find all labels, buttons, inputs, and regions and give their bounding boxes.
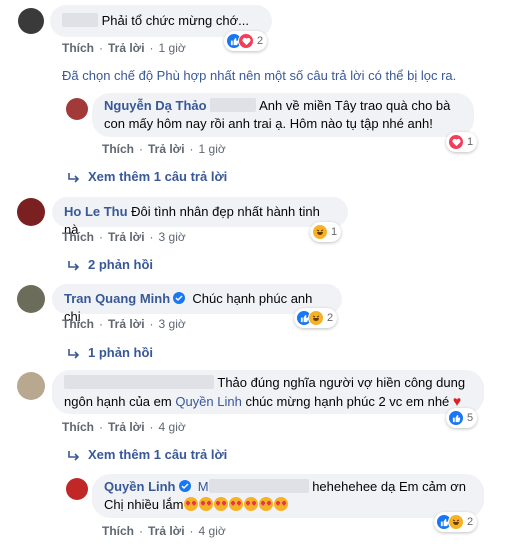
- redacted-name: [208, 479, 309, 493]
- mention-link[interactable]: Quyền Linh: [175, 394, 242, 409]
- reaction-count: 1: [467, 136, 474, 148]
- view-replies[interactable]: 1 phản hồi: [68, 345, 153, 360]
- reaction-summary[interactable]: 2: [294, 308, 338, 328]
- redacted-name: [62, 13, 98, 27]
- comment-text: Thảo đúng nghĩa người vợ hiền công dung: [217, 375, 466, 390]
- like-button[interactable]: Thích: [62, 41, 94, 55]
- reply-button[interactable]: Trả lời: [148, 524, 185, 538]
- reply-button[interactable]: Trả lời: [148, 142, 185, 156]
- reaction-summary[interactable]: 2: [224, 31, 268, 51]
- reaction-summary[interactable]: 1: [446, 132, 478, 152]
- heart-icon: ♥: [452, 393, 462, 409]
- comment-actions: Thích · Trả lời · 3 giờ: [62, 230, 186, 244]
- timestamp[interactable]: 3 giờ: [159, 230, 186, 244]
- reply-arrow-icon: [68, 348, 80, 359]
- avatar[interactable]: [17, 372, 45, 400]
- comment-text: hehehehee dạ Em cảm ơn: [312, 479, 466, 494]
- timestamp[interactable]: 3 giờ: [159, 317, 186, 331]
- comment-text: Phải tổ chức mừng chớ...: [101, 13, 249, 28]
- reaction-summary[interactable]: 2: [434, 512, 478, 532]
- heart-eyes-emoji-icon: [183, 497, 289, 512]
- comment-bubble: Quyền Linh M hehehehee dạ Em cảm ơn Chị …: [92, 474, 484, 518]
- commenter-name[interactable]: Quyền Linh: [104, 479, 176, 494]
- like-icon: [448, 410, 464, 426]
- view-more-replies[interactable]: Xem thêm 1 câu trả lời: [68, 447, 227, 462]
- reaction-summary[interactable]: 1: [310, 222, 342, 242]
- comment-bubble: Nguyễn Dạ Thảo Anh về miền Tây trao quà …: [92, 93, 474, 137]
- avatar[interactable]: [66, 98, 88, 120]
- comment-actions: Thích · Trả lời · 1 giờ: [62, 41, 186, 55]
- avatar[interactable]: [17, 198, 45, 226]
- avatar[interactable]: [17, 285, 45, 313]
- reaction-count: 1: [331, 226, 338, 238]
- timestamp[interactable]: 4 giờ: [199, 524, 226, 538]
- comment-actions: Thích · Trả lời · 3 giờ: [62, 317, 186, 331]
- commenter-name[interactable]: Tran Quang Minh: [64, 291, 170, 306]
- comment-actions: Thích · Trả lời · 4 giờ: [102, 524, 226, 538]
- view-more-replies[interactable]: Xem thêm 1 câu trả lời: [68, 169, 227, 184]
- love-icon: [238, 33, 254, 49]
- redacted-name: [64, 375, 214, 389]
- like-button[interactable]: Thích: [102, 524, 134, 538]
- reaction-summary[interactable]: 5: [446, 408, 478, 428]
- reply-arrow-icon: [68, 260, 80, 271]
- comment-bubble: Thảo đúng nghĩa người vợ hiền công dung …: [52, 370, 484, 414]
- commenter-name[interactable]: Ho Le Thu: [64, 204, 128, 219]
- avatar[interactable]: [18, 8, 44, 34]
- comment-bubble: Ho Le Thu Đôi tình nhân đẹp nhất hành ti…: [52, 197, 348, 237]
- haha-icon: [448, 514, 464, 530]
- reaction-count: 5: [467, 412, 474, 424]
- timestamp[interactable]: 1 giờ: [159, 41, 186, 55]
- verified-badge-icon: [173, 292, 186, 304]
- reaction-count: 2: [257, 35, 264, 47]
- comment-actions: Thích · Trả lời · 1 giờ: [102, 142, 226, 156]
- verified-badge-icon: [178, 480, 191, 492]
- like-button[interactable]: Thích: [62, 317, 94, 331]
- redacted-text: [210, 98, 257, 112]
- like-button[interactable]: Thích: [62, 230, 94, 244]
- commenter-name[interactable]: Nguyễn Dạ Thảo: [104, 98, 207, 113]
- comment-text: Anh về miền Tây trao quà cho bà: [259, 98, 451, 113]
- haha-icon: [308, 310, 324, 326]
- timestamp[interactable]: 1 giờ: [199, 142, 226, 156]
- haha-icon: [312, 224, 328, 240]
- filter-note: Đã chọn chế độ Phù hợp nhất nên một số c…: [62, 68, 457, 83]
- avatar[interactable]: [66, 478, 88, 500]
- reply-button[interactable]: Trả lời: [108, 420, 145, 434]
- view-replies[interactable]: 2 phản hồi: [68, 257, 153, 272]
- love-icon: [448, 134, 464, 150]
- comment-actions: Thích · Trả lời · 4 giờ: [62, 420, 186, 434]
- like-button[interactable]: Thích: [62, 420, 94, 434]
- comment-text-line2: con mấy hôm nay rồi anh trai ạ. Hôm nào …: [104, 116, 433, 131]
- reaction-count: 2: [327, 312, 334, 324]
- reply-button[interactable]: Trả lời: [108, 230, 145, 244]
- like-button[interactable]: Thích: [102, 142, 134, 156]
- reply-arrow-icon: [68, 450, 80, 461]
- reaction-count: 2: [467, 516, 474, 528]
- reply-button[interactable]: Trả lời: [108, 317, 145, 331]
- timestamp[interactable]: 4 giờ: [159, 420, 186, 434]
- reply-button[interactable]: Trả lời: [108, 41, 145, 55]
- reply-arrow-icon: [68, 172, 80, 183]
- comment-text-line2: Chị nhiều lắm: [104, 497, 184, 512]
